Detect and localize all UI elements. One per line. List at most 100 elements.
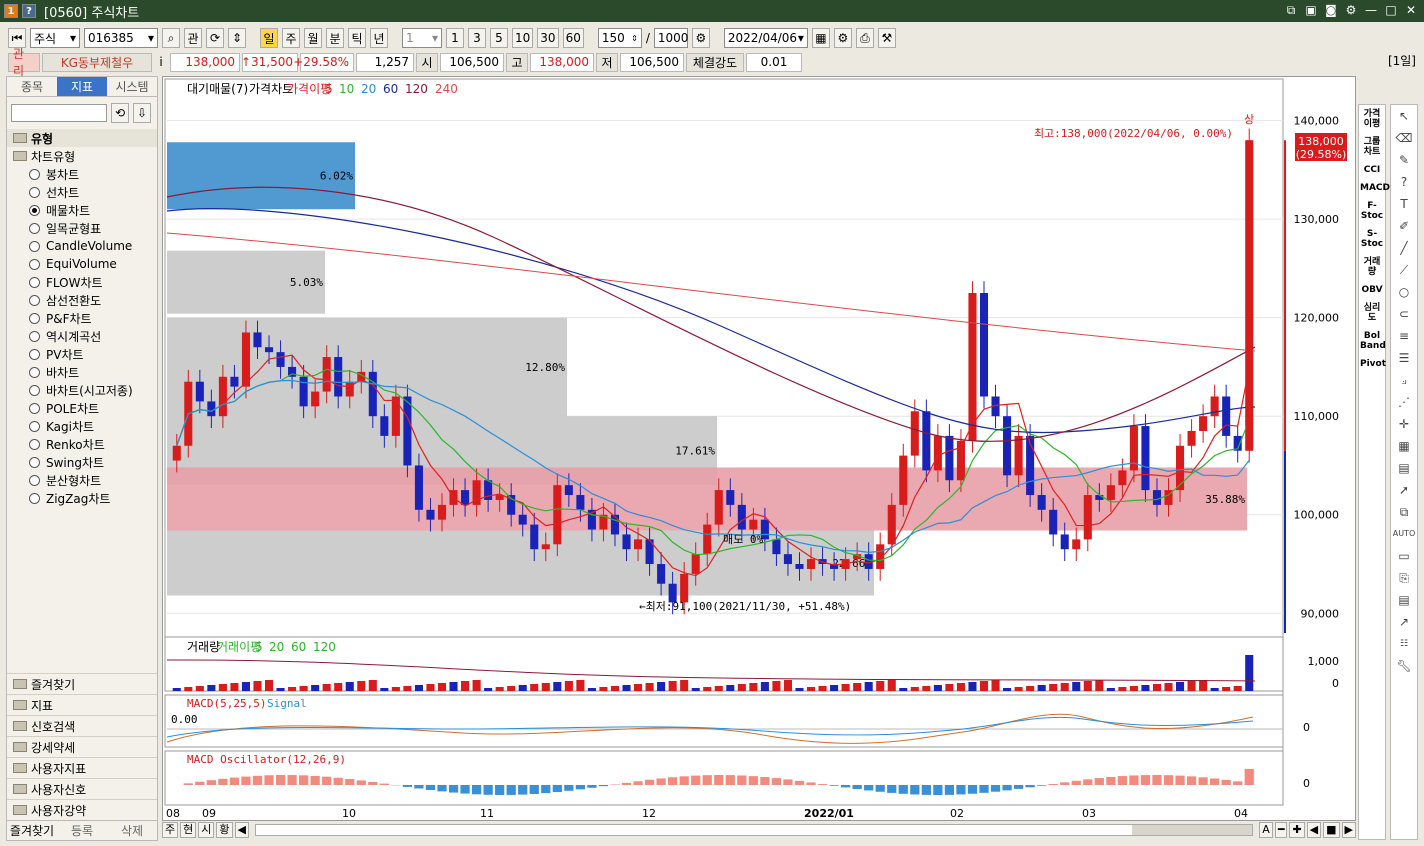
fan-icon[interactable]: ⟓ (1391, 369, 1417, 391)
chart-type-option[interactable]: P&F차트 (7, 309, 157, 327)
copy-icon[interactable]: ⎘ (1391, 567, 1417, 589)
chart-type-option[interactable]: 일목균형표 (7, 219, 157, 237)
radio-icon[interactable] (29, 168, 40, 180)
refresh-icon[interactable]: ⟲ (111, 103, 129, 123)
magnet-icon[interactable]: ⊂ (1391, 303, 1417, 325)
eraser-icon[interactable]: ⌫ (1391, 127, 1417, 149)
indicator-shortcut[interactable]: Pivot (1359, 355, 1386, 373)
maximize-icon[interactable]: □ (1384, 2, 1398, 18)
period-month-button[interactable]: 월 (304, 28, 322, 48)
left-section-item[interactable]: 즐겨찾기 (7, 673, 157, 694)
chart-type-option[interactable]: CandleVolume (7, 237, 157, 255)
step-forward-button[interactable]: ▶ (1341, 822, 1356, 838)
bottom-btn-status[interactable]: 황 (216, 822, 233, 838)
line-icon[interactable]: ╱ (1391, 237, 1417, 259)
bottom-btn-market[interactable]: 시 (198, 822, 215, 838)
radio-icon[interactable] (29, 474, 40, 486)
help-icon[interactable]: ? (1391, 171, 1417, 193)
radio-icon[interactable] (29, 420, 40, 432)
left-section-item[interactable]: 사용자지표 (7, 757, 157, 778)
doc-icon[interactable]: ▤ (1391, 589, 1417, 611)
chart-type-option[interactable]: PV차트 (7, 345, 157, 363)
radio-icon[interactable] (29, 276, 40, 288)
chart-type-option[interactable]: ZigZag차트 (7, 489, 157, 507)
grid-icon[interactable]: ▦ (811, 28, 830, 48)
indicator-shortcut[interactable]: OBV (1359, 281, 1385, 299)
radio-icon[interactable] (29, 258, 40, 270)
gear-icon[interactable]: ⚙ (1344, 2, 1358, 18)
close-icon[interactable]: ✕ (1404, 2, 1418, 18)
bars-icon[interactable]: ⧉ (1391, 501, 1417, 523)
unit-5-button[interactable]: 5 (490, 28, 508, 48)
tools-icon[interactable]: ⚒ (877, 28, 896, 48)
radio-icon[interactable] (29, 438, 40, 450)
radio-icon[interactable] (29, 294, 40, 306)
channel-icon[interactable]: ≡ (1391, 325, 1417, 347)
radio-icon[interactable] (29, 492, 40, 504)
scroll-left-button[interactable]: ◀ (234, 822, 249, 838)
window-icon[interactable]: ▭ (1391, 545, 1417, 567)
updown-icon[interactable]: ⇕ (228, 28, 246, 48)
info-icon[interactable]: i (154, 53, 168, 72)
bottom-btn-current[interactable]: 현 (180, 822, 197, 838)
left-section-item[interactable]: 지표 (7, 694, 157, 715)
period-tick-button[interactable]: 틱 (348, 28, 366, 48)
link-icon[interactable]: ⧉ (1284, 2, 1298, 18)
cross-icon[interactable]: ✛ (1391, 413, 1417, 435)
tab-stock[interactable]: 종목 (7, 77, 57, 97)
indicator-search-input[interactable] (11, 104, 107, 122)
trendline-icon[interactable]: ⟋ (1391, 259, 1417, 281)
chart-type-option[interactable]: 역시계곡선 (7, 327, 157, 345)
refresh-icon[interactable]: ⟳ (206, 28, 224, 48)
market-select[interactable]: 주식 ▾ (30, 28, 80, 48)
indicator-shortcut[interactable]: 거래량 (1359, 253, 1385, 281)
left-section-item[interactable]: 신호검색 (7, 715, 157, 736)
chart-type-option[interactable]: FLOW차트 (7, 273, 157, 291)
chart-type-option[interactable]: 분산형차트 (7, 471, 157, 489)
date-picker[interactable]: 2022/04/06 ▾ (723, 28, 808, 48)
radio-icon[interactable] (29, 366, 40, 378)
pointer-icon[interactable]: ↖ (1391, 105, 1417, 127)
chart-type-option[interactable]: 삼선전환도 (7, 291, 157, 309)
period-week-button[interactable]: 주 (282, 28, 300, 48)
left-section-item[interactable]: 사용자강약 (7, 799, 157, 820)
register-button[interactable]: 등록 (57, 820, 107, 840)
max-count-input[interactable]: 1000 (653, 28, 688, 48)
indicator-shortcut[interactable]: 심리도 (1359, 299, 1385, 327)
left-section-item[interactable]: 강세약세 (7, 736, 157, 757)
unit-3-button[interactable]: 3 (468, 28, 486, 48)
settings-icon[interactable]: ⚙ (691, 28, 710, 48)
help-badge[interactable]: ? (22, 4, 36, 18)
indicator-shortcut[interactable]: MACD (1359, 179, 1390, 197)
stop-button[interactable]: ■ (1323, 822, 1340, 838)
chart-type-option[interactable]: 매물차트 (7, 201, 157, 219)
gann-icon[interactable]: ⋰ (1391, 391, 1417, 413)
chart-type-section[interactable]: 차트유형 (7, 147, 157, 165)
radio-icon[interactable] (29, 204, 40, 216)
zoom-out-button[interactable]: ━ (1274, 822, 1288, 838)
print-icon[interactable]: ⎙ (855, 28, 874, 48)
scrollbar-thumb[interactable] (1132, 825, 1253, 835)
search-icon[interactable]: ⌕ (162, 28, 180, 48)
unit-60-button[interactable]: 60 (562, 28, 584, 48)
code-input[interactable]: 016385 ▾ (84, 28, 158, 48)
radio-icon[interactable] (29, 222, 40, 234)
indicator-shortcut[interactable]: CCI (1359, 161, 1385, 179)
chart-area[interactable]: 140,000 130,000 120,000 110,000 100,000 90,00… (162, 76, 1356, 821)
chart-type-option[interactable]: Renko차트 (7, 435, 157, 453)
radio-icon[interactable] (29, 456, 40, 468)
fibonacci-icon[interactable]: ☰ (1391, 347, 1417, 369)
zoom-in-button[interactable]: ✚ (1289, 822, 1305, 838)
indicator-shortcut[interactable]: F-Stoc (1359, 197, 1385, 225)
chart-icon[interactable]: ↗ (1391, 611, 1417, 633)
hatch-icon[interactable]: ▤ (1391, 457, 1417, 479)
horizontal-scrollbar[interactable] (254, 824, 1254, 836)
chart-type-option[interactable]: 선차트 (7, 183, 157, 201)
chart-type-option[interactable]: Kagi차트 (7, 417, 157, 435)
gear-icon[interactable]: ⚙ (833, 28, 852, 48)
left-section-item[interactable]: 사용자신호 (7, 778, 157, 799)
download-icon[interactable]: ⇩ (133, 103, 151, 123)
save-icon[interactable]: ▣ (1304, 2, 1318, 18)
circle-icon[interactable]: ○ (1391, 281, 1417, 303)
radio-icon[interactable] (29, 402, 40, 414)
